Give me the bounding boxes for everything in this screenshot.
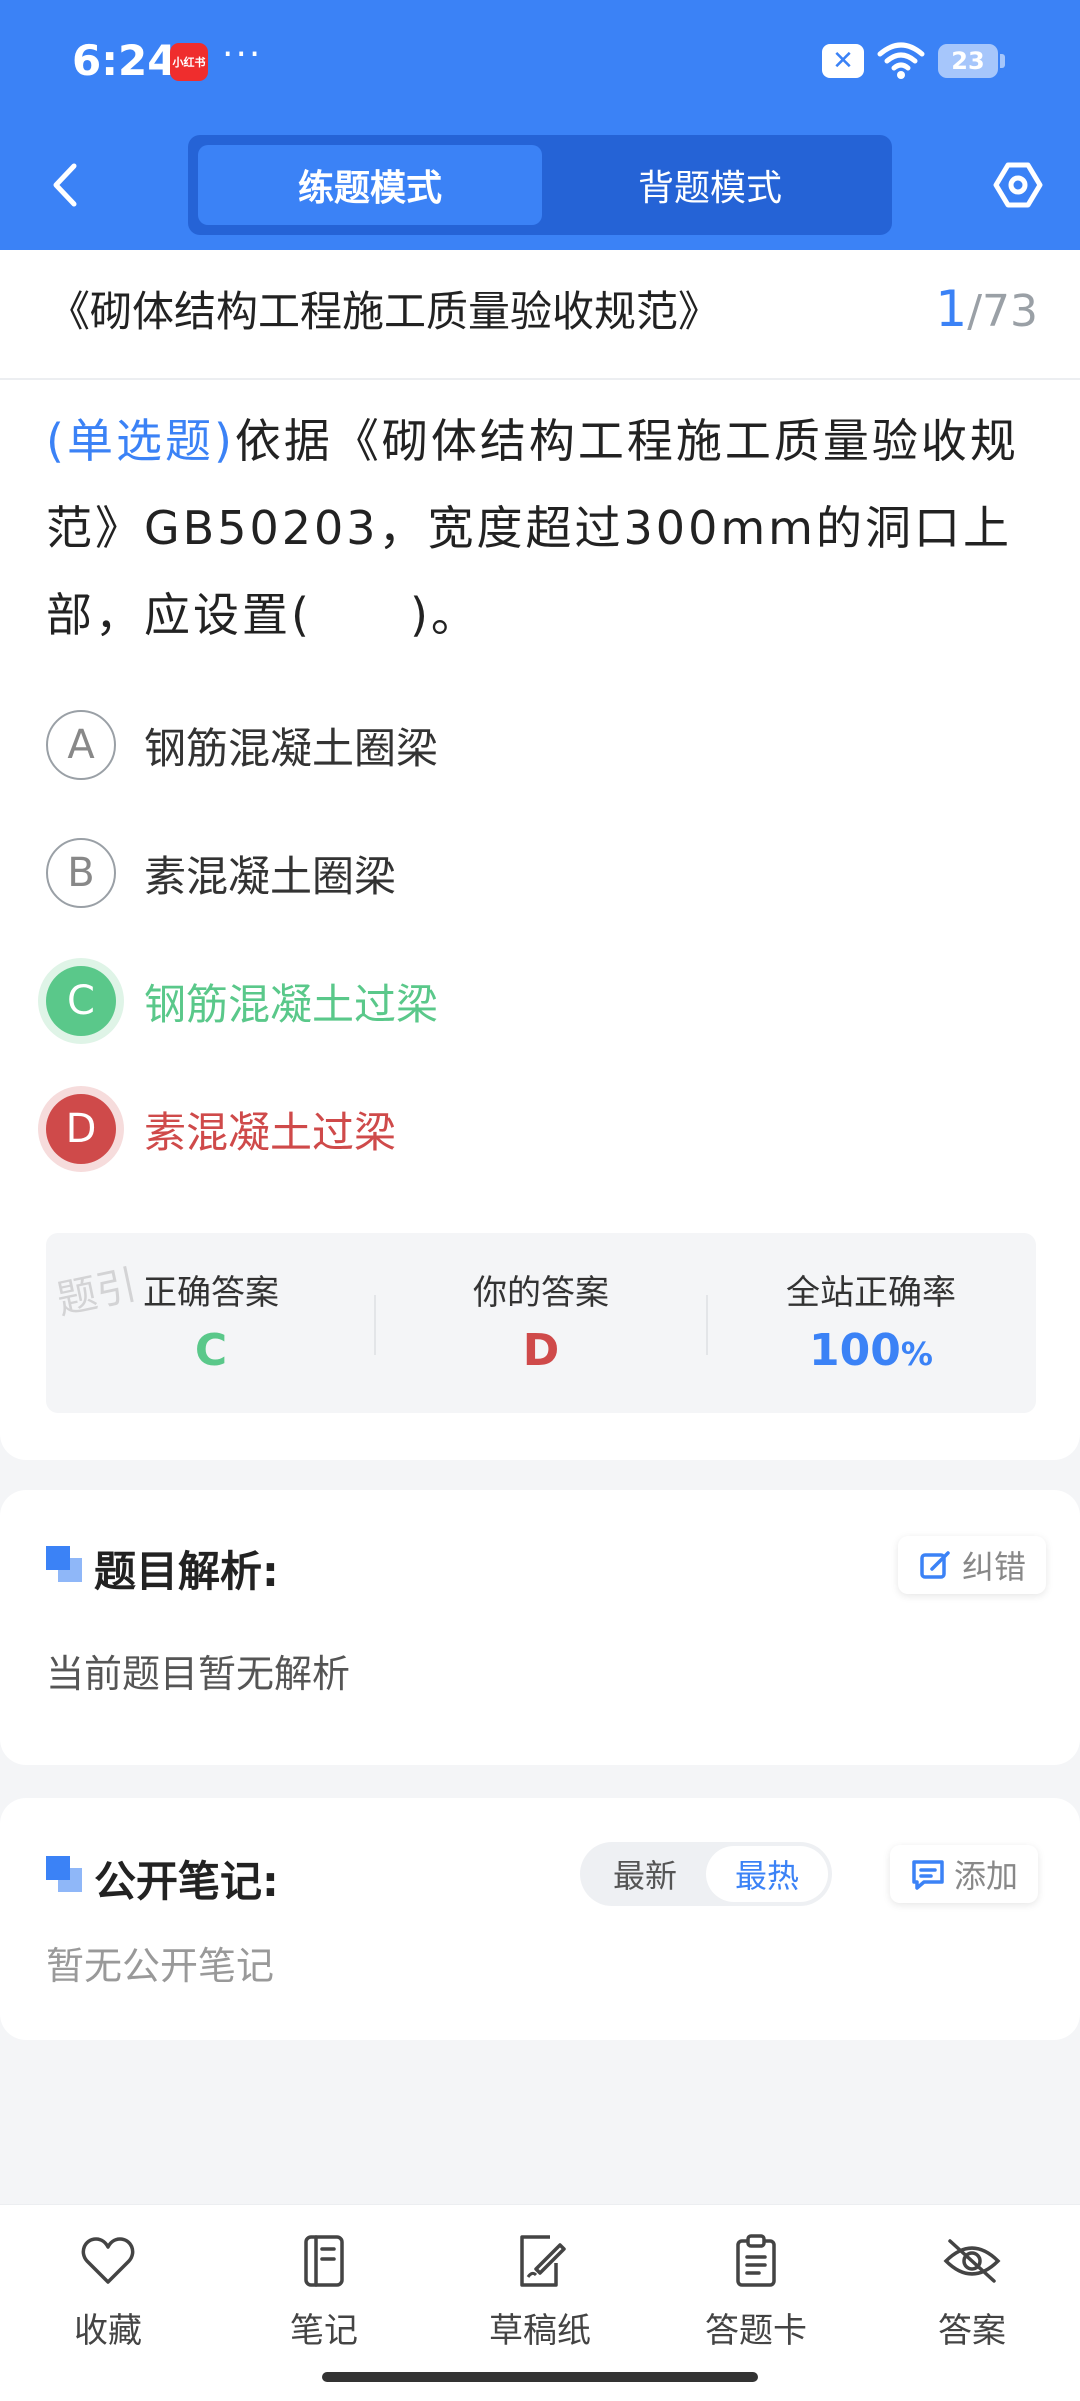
add-note-label: 添加: [954, 1857, 1019, 1895]
option-a[interactable]: A 钢筋混凝土圈梁: [46, 707, 438, 783]
option-d[interactable]: D 素混凝土过梁: [46, 1091, 396, 1167]
document-title: 《砌体结构工程施工质量验收规范》: [48, 287, 721, 336]
correct-answer-value: C: [194, 1325, 228, 1376]
nav-draft-label: 草稿纸: [489, 2311, 591, 2351]
accuracy-number: 100: [809, 1325, 901, 1376]
report-error-button[interactable]: 纠错: [898, 1536, 1047, 1594]
settings-button[interactable]: [988, 155, 1048, 215]
answer-summary: 正确答案 C 你的答案 D 全站正确率 100%: [46, 1233, 1036, 1413]
nav-answer[interactable]: 答案: [882, 2231, 1062, 2352]
your-answer-block: 你的答案 D: [376, 1233, 706, 1413]
home-indicator: [322, 2372, 758, 2382]
add-note-button[interactable]: 添加: [890, 1845, 1039, 1903]
sim-off-icon: ✕: [822, 44, 864, 78]
accuracy-value: 100%: [706, 1325, 1036, 1376]
tab-recite-mode[interactable]: 背题模式: [538, 145, 882, 225]
question-type-label: (单选题): [46, 414, 235, 468]
analysis-content: 当前题目暂无解析: [46, 1652, 351, 1696]
your-answer-label: 你的答案: [473, 1273, 609, 1313]
notes-title: 公开笔记:: [94, 1857, 279, 1906]
accuracy-label: 全站正确率: [786, 1273, 956, 1313]
clipboard-icon: [666, 2231, 846, 2291]
option-text: 钢筋混凝土过梁: [144, 979, 439, 1029]
nav-notes-label: 笔记: [290, 2311, 358, 2351]
status-time: 6:24: [72, 36, 177, 85]
total-questions: /73: [967, 286, 1038, 337]
option-text: 钢筋混凝土圈梁: [144, 723, 439, 773]
divider: [0, 378, 1080, 380]
nav-favorite-label: 收藏: [74, 2311, 142, 2351]
wifi-icon: [876, 40, 926, 84]
mode-switch: 练题模式 背题模式: [188, 135, 892, 235]
tab-practice-mode[interactable]: 练题模式: [198, 145, 542, 225]
question-counter: 1/73: [935, 280, 1038, 338]
option-letter: D: [46, 1094, 116, 1164]
notes-content: 暂无公开笔记: [46, 1944, 275, 1988]
comment-icon: [912, 1860, 944, 1890]
more-notifications-icon: ···: [222, 34, 263, 75]
option-letter: B: [46, 838, 116, 908]
notebook-icon: [234, 2231, 414, 2291]
nav-notes[interactable]: 笔记: [234, 2231, 414, 2352]
draft-icon: [450, 2231, 630, 2291]
eye-off-icon: [882, 2231, 1062, 2291]
status-bar: 6:24 小红书 ··· ✕ 23: [0, 0, 1080, 120]
nav-answer-label: 答案: [938, 2311, 1006, 2351]
heart-icon: [18, 2231, 198, 2291]
question-stem: (单选题)依据《砌体结构工程施工质量验收规范》GB50203，宽度超过300mm…: [46, 398, 1036, 659]
top-bar: 6:24 小红书 ··· ✕ 23 练题模式 背题模式: [0, 0, 1080, 250]
nav-answer-sheet[interactable]: 答题卡: [666, 2231, 846, 2352]
accuracy-unit: %: [900, 1335, 933, 1373]
nav-draft[interactable]: 草稿纸: [450, 2231, 630, 2352]
notes-sort-toggle: 最新 最热: [580, 1842, 832, 1906]
battery-tip: [1000, 54, 1005, 68]
settings-hex-icon: [993, 162, 1043, 208]
battery-icon: 23: [938, 44, 998, 78]
your-answer-value: D: [522, 1325, 560, 1376]
report-error-label: 纠错: [962, 1548, 1027, 1586]
option-c[interactable]: C 钢筋混凝土过梁: [46, 963, 438, 1039]
section-icon: [46, 1856, 84, 1894]
edit-icon: [920, 1551, 950, 1579]
nav-answer-sheet-label: 答题卡: [705, 2311, 807, 2351]
option-text: 素混凝土圈梁: [144, 851, 397, 901]
sort-newest-button[interactable]: 最新: [584, 1846, 706, 1902]
current-question-number: 1: [935, 280, 968, 338]
accuracy-block: 全站正确率 100%: [706, 1233, 1036, 1413]
option-letter: A: [46, 710, 116, 780]
analysis-title: 题目解析:: [94, 1547, 279, 1596]
app-notification-icon: 小红书: [170, 43, 208, 81]
option-letter: C: [46, 966, 116, 1036]
nav-favorite[interactable]: 收藏: [18, 2231, 198, 2352]
option-b[interactable]: B 素混凝土圈梁: [46, 835, 396, 911]
analysis-card: [0, 1490, 1080, 1765]
sort-hottest-button[interactable]: 最热: [706, 1846, 828, 1902]
notes-card: [0, 1798, 1080, 2040]
option-text: 素混凝土过梁: [144, 1107, 397, 1157]
section-icon: [46, 1546, 84, 1584]
back-chevron-icon: [53, 163, 77, 207]
back-button[interactable]: [40, 155, 90, 215]
